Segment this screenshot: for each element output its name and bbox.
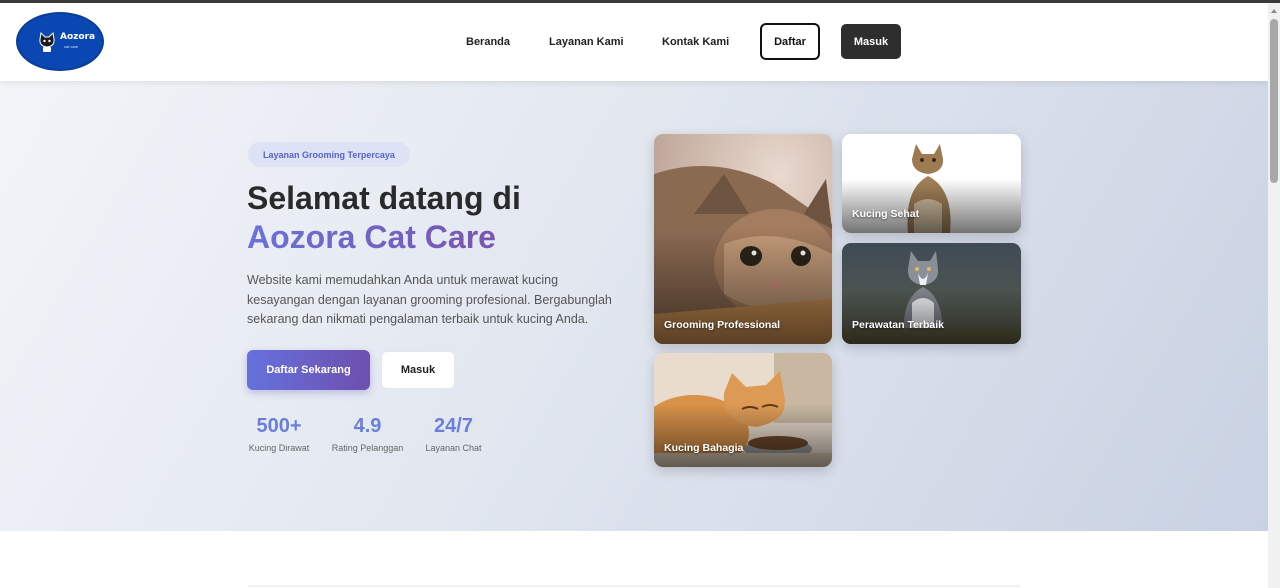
next-section bbox=[0, 531, 1268, 588]
brand-logo[interactable]: Aozora cat care bbox=[16, 12, 104, 71]
nav-link-kontak-kami[interactable]: Kontak Kami bbox=[662, 36, 729, 48]
gallery-card-label: Kucing Sehat bbox=[852, 208, 920, 220]
hero-section: Layanan Grooming Terpercaya Selamat data… bbox=[0, 81, 1268, 531]
register-button[interactable]: Daftar bbox=[760, 23, 820, 60]
card-overlay bbox=[654, 404, 832, 467]
nav-link-beranda[interactable]: Beranda bbox=[466, 36, 510, 48]
nav-link-layanan-kami[interactable]: Layanan Kami bbox=[549, 36, 624, 48]
stat-label: Layanan Chat bbox=[425, 443, 482, 453]
hero-title-line1: Selamat datang di bbox=[247, 180, 521, 216]
page: Aozora cat care Beranda Layanan Kami Kon… bbox=[0, 3, 1268, 588]
stat-customer-rating: 4.9 Rating Pelanggan bbox=[330, 415, 405, 453]
hero-login-button[interactable]: Masuk bbox=[381, 351, 455, 389]
login-button[interactable]: Masuk bbox=[841, 24, 901, 59]
scrollbar-thumb[interactable] bbox=[1270, 19, 1278, 183]
gallery-card-label: Perawatan Terbaik bbox=[852, 319, 945, 331]
stat-value: 4.9 bbox=[353, 415, 382, 437]
scroll-up-icon[interactable] bbox=[1271, 9, 1277, 13]
page-scrollbar[interactable] bbox=[1268, 3, 1280, 588]
site-header: Aozora cat care Beranda Layanan Kami Kon… bbox=[0, 3, 1268, 81]
gallery-card-label: Grooming Professional bbox=[664, 319, 781, 331]
hero-description: Website kami memudahkan Anda untuk meraw… bbox=[247, 273, 612, 326]
card-overlay bbox=[842, 288, 1021, 344]
brand-name: Aozora bbox=[60, 32, 96, 42]
stat-cats-treated: 500+ Kucing Dirawat bbox=[247, 415, 311, 453]
stat-label: Kucing Dirawat bbox=[248, 443, 310, 453]
stat-chat-service: 24/7 Layanan Chat bbox=[424, 415, 483, 453]
stat-value: 24/7 bbox=[434, 415, 473, 437]
stat-value: 500+ bbox=[256, 415, 302, 437]
card-overlay bbox=[842, 178, 1021, 233]
section-divider bbox=[248, 585, 1020, 587]
stat-label: Rating Pelanggan bbox=[331, 443, 404, 453]
brand-tagline: cat care bbox=[64, 44, 79, 49]
gallery-card-grooming[interactable]: Grooming Professional bbox=[654, 134, 832, 344]
gallery-card-best-care[interactable]: Perawatan Terbaik bbox=[842, 243, 1021, 344]
gallery-card-healthy-cat[interactable]: Kucing Sehat bbox=[842, 134, 1021, 233]
hero-title-line2: Aozora Cat Care bbox=[247, 219, 496, 255]
register-now-button[interactable]: Daftar Sekarang bbox=[247, 350, 370, 390]
cat-logo-icon bbox=[39, 31, 55, 52]
hero-badge: Layanan Grooming Terpercaya bbox=[248, 142, 410, 167]
gallery-card-label: Kucing Bahagia bbox=[664, 442, 744, 454]
gallery-card-happy-cat[interactable]: Kucing Bahagia bbox=[654, 353, 832, 467]
